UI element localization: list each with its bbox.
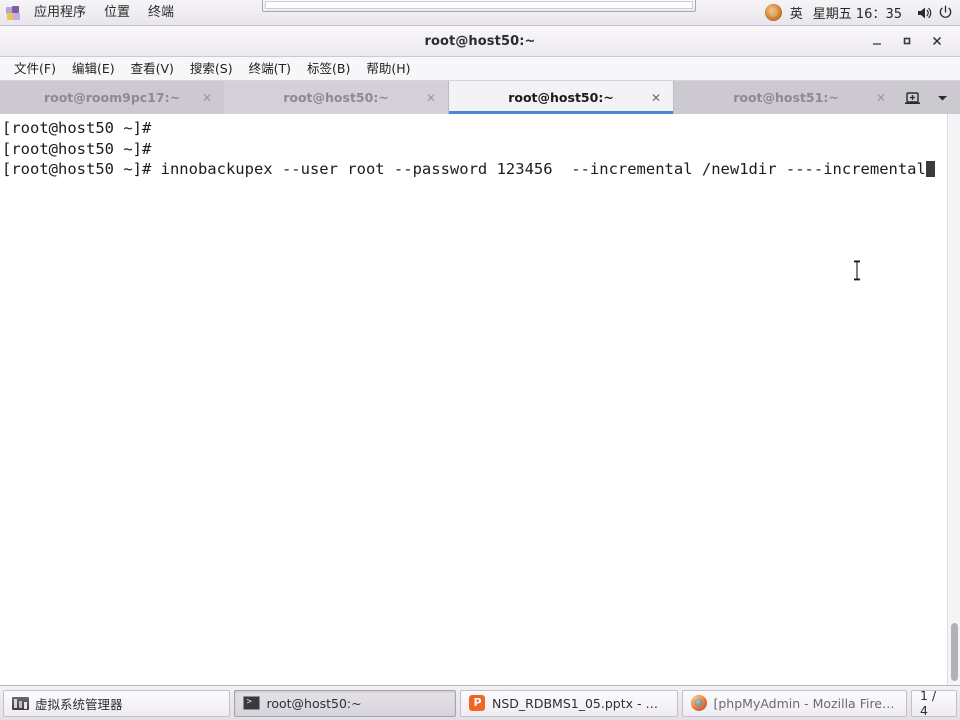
clock-indicator[interactable]: 星期五 16：35 <box>813 3 902 22</box>
terminal-line-3: [root@host50 ~]# innobackupex --user roo… <box>2 160 926 179</box>
taskbar: 虚拟系统管理器 root@host50:~ NSD_RDBMS1_05.pptx… <box>0 685 960 720</box>
terminal-scrollbar[interactable] <box>947 114 960 685</box>
panel-menu-applications[interactable]: 应用程序 <box>25 2 95 24</box>
terminal-block-cursor <box>925 161 935 178</box>
taskbar-item-virt-manager[interactable]: 虚拟系统管理器 <box>3 689 231 717</box>
tab-label: root@host51:~ <box>733 90 839 105</box>
menu-tabs[interactable]: 标签(B) <box>299 59 358 79</box>
menu-terminal[interactable]: 终端(T) <box>241 59 299 79</box>
menu-file[interactable]: 文件(F) <box>6 59 64 79</box>
menu-search[interactable]: 搜索(S) <box>182 59 241 79</box>
tab-close-icon[interactable]: ✕ <box>874 91 888 105</box>
window-title: root@host50:~ <box>424 33 536 49</box>
tab-bar: root@room9pc17:~ ✕ root@host50:~ ✕ root@… <box>0 81 960 114</box>
menu-edit[interactable]: 编辑(E) <box>64 59 123 79</box>
volume-speaker-icon[interactable] <box>916 4 934 22</box>
new-tab-icon[interactable] <box>902 88 922 108</box>
menu-view[interactable]: 查看(V) <box>123 59 182 79</box>
terminal-window: root@host50:~ 文件(F) 编辑(E) 查看(V) 搜索(S) 终端… <box>0 26 960 685</box>
taskbar-item-label: NSD_RDBMS1_05.pptx - WPS··· <box>491 695 669 711</box>
tab-close-icon[interactable]: ✕ <box>424 91 438 105</box>
gnome-applications-logo-icon <box>4 4 22 22</box>
panel-menu-group: 应用程序 位置 终端 <box>0 0 183 26</box>
tab-root-host50-2[interactable]: root@host50:~ ✕ <box>448 81 674 114</box>
menu-help[interactable]: 帮助(H) <box>358 59 418 79</box>
panel-menu-terminal[interactable]: 终端 <box>139 2 183 24</box>
terminal-output[interactable]: [root@host50 ~]# [root@host50 ~]# [root@… <box>0 114 947 685</box>
tab-label: root@host50:~ <box>508 90 614 105</box>
window-controls <box>862 28 960 54</box>
tab-close-icon[interactable]: ✕ <box>649 91 663 105</box>
taskbar-item-label: [phpMyAdmin - Mozilla Firefox] <box>713 695 898 711</box>
minimize-button[interactable] <box>862 28 892 54</box>
power-button-icon[interactable] <box>936 4 954 22</box>
taskbar-item-wps-presentation[interactable]: NSD_RDBMS1_05.pptx - WPS··· <box>459 689 678 717</box>
tab-label: root@host50:~ <box>283 90 389 105</box>
background-window-edge <box>262 0 696 12</box>
close-button[interactable] <box>922 28 952 54</box>
tab-root-host50-1[interactable]: root@host50:~ ✕ <box>224 81 448 114</box>
taskbar-item-label: root@host50:~ <box>266 695 362 711</box>
taskbar-item-firefox[interactable]: [phpMyAdmin - Mozilla Firefox] <box>681 689 907 717</box>
terminal-line-2: [root@host50 ~]# <box>2 139 161 158</box>
tab-close-icon[interactable]: ✕ <box>200 91 214 105</box>
panel-menu-places[interactable]: 位置 <box>95 2 139 24</box>
input-method-indicator[interactable]: 英 <box>790 3 803 22</box>
taskbar-item-terminal[interactable]: root@host50:~ <box>234 689 456 717</box>
wps-presentation-icon <box>469 695 486 712</box>
tab-root-host51[interactable]: root@host51:~ ✕ <box>674 81 898 114</box>
ibus-input-method-icon[interactable] <box>764 4 782 21</box>
workspace-switcher[interactable]: 1 / 4 <box>910 688 957 718</box>
firefox-icon <box>691 695 708 712</box>
scrollbar-thumb[interactable] <box>951 623 958 681</box>
taskbar-item-label: 虚拟系统管理器 <box>35 696 123 712</box>
tab-bar-actions <box>898 81 960 114</box>
virt-manager-icon <box>12 695 29 712</box>
terminal-body[interactable]: [root@host50 ~]# [root@host50 ~]# [root@… <box>0 114 960 685</box>
chevron-down-icon[interactable] <box>932 88 952 108</box>
window-title-bar: root@host50:~ <box>0 26 960 57</box>
panel-tray: 英 星期五 16：35 <box>764 0 960 26</box>
menu-bar: 文件(F) 编辑(E) 查看(V) 搜索(S) 终端(T) 标签(B) 帮助(H… <box>0 57 960 81</box>
tab-root-room9pc17[interactable]: root@room9pc17:~ ✕ <box>0 81 224 114</box>
tab-label: root@room9pc17:~ <box>43 90 181 105</box>
terminal-icon <box>243 695 261 712</box>
desktop-screen: 应用程序 位置 终端 英 星期五 16：35 root@host50:~ 文件(… <box>0 0 960 720</box>
terminal-line-1: [root@host50 ~]# <box>2 119 161 137</box>
maximize-button[interactable] <box>892 28 922 54</box>
